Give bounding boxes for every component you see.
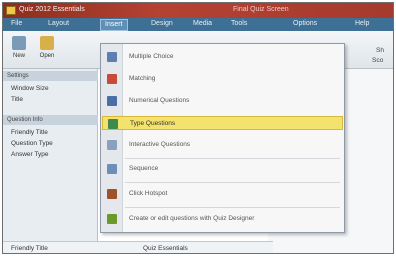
menu-separator xyxy=(125,207,340,208)
open-button[interactable]: Open xyxy=(35,36,59,59)
properties-panel: Settings Window Size Title Question Info… xyxy=(3,69,98,253)
new-file-icon xyxy=(12,36,26,50)
menu-item-label: Numerical Questions xyxy=(129,97,190,104)
menu-design[interactable]: Design xyxy=(151,20,173,27)
sequence-icon xyxy=(107,164,117,174)
menu-options[interactable]: Options xyxy=(293,20,317,27)
right-label-1: Sh xyxy=(376,47,384,54)
window-title: Quiz 2012 Essentials xyxy=(19,6,85,13)
app-icon xyxy=(6,6,16,15)
bottom-prop-label: Friendly Title xyxy=(11,245,48,252)
prop-window-size[interactable]: Window Size xyxy=(11,85,49,92)
menu-insert[interactable]: Insert xyxy=(100,19,128,31)
type-questions-icon xyxy=(108,119,118,129)
menu-item-label: Sequence xyxy=(129,165,159,172)
menu-file[interactable]: File xyxy=(11,20,22,27)
menu-item-label: Interactive Questions xyxy=(129,141,191,148)
menu-layout[interactable]: Layout xyxy=(48,20,69,27)
bottom-prop-value: Quiz Essentials xyxy=(143,245,188,252)
menu-item-label: Type Questions xyxy=(130,120,176,127)
menu-item-numerical[interactable]: Numerical Questions xyxy=(102,94,343,108)
prop-question-type[interactable]: Question Type xyxy=(11,140,53,147)
menu-tools[interactable]: Tools xyxy=(231,20,247,27)
interactive-icon xyxy=(107,140,117,150)
menu-separator xyxy=(125,182,340,183)
menu-item-label: Click Hotspot xyxy=(129,190,168,197)
prop-title[interactable]: Title xyxy=(11,96,23,103)
new-button[interactable]: New xyxy=(7,36,31,59)
menu-item-click-hotspot[interactable]: Click Hotspot xyxy=(102,187,343,201)
multiple-choice-icon xyxy=(107,52,117,62)
designer-icon xyxy=(107,214,117,224)
menu-separator xyxy=(125,158,340,159)
menu-media[interactable]: Media xyxy=(193,20,212,27)
numerical-icon xyxy=(107,96,117,106)
menu-item-quiz-designer[interactable]: Create or edit questions with Quiz Desig… xyxy=(102,212,343,226)
menu-item-multiple-choice[interactable]: Multiple Choice xyxy=(102,50,343,64)
matching-icon xyxy=(107,74,117,84)
prop-answer-type[interactable]: Answer Type xyxy=(11,151,48,158)
app-window: Quiz 2012 Essentials Final Quiz Screen F… xyxy=(2,2,394,254)
hotspot-icon xyxy=(107,189,117,199)
menu-item-label: Multiple Choice xyxy=(129,53,174,60)
property-row[interactable]: Friendly Title Quiz Essentials xyxy=(3,241,273,253)
new-button-label: New xyxy=(12,53,25,59)
menu-item-label: Create or edit questions with Quiz Desig… xyxy=(129,215,255,222)
section-header-question-info: Question Info xyxy=(3,115,98,125)
menu-bar: File Layout Insert Design Media Tools Op… xyxy=(3,18,393,31)
section-header-settings: Settings xyxy=(3,71,98,81)
menu-item-matching[interactable]: Matching xyxy=(102,72,343,86)
menu-item-label: Matching xyxy=(129,75,156,82)
menu-item-interactive[interactable]: Interactive Questions xyxy=(102,138,343,152)
insert-dropdown-menu: Multiple Choice Matching Numerical Quest… xyxy=(100,43,345,233)
title-bar: Quiz 2012 Essentials Final Quiz Screen xyxy=(3,3,393,18)
menu-help[interactable]: Help xyxy=(355,20,369,27)
menu-item-sequence[interactable]: Sequence xyxy=(102,162,343,176)
open-folder-icon xyxy=(40,36,54,50)
menu-item-type-questions[interactable]: Type Questions xyxy=(102,116,343,130)
right-label-2: Sco xyxy=(372,57,384,64)
open-button-label: Open xyxy=(39,53,55,59)
window-subtitle: Final Quiz Screen xyxy=(233,6,289,13)
prop-friendly-title[interactable]: Friendly Title xyxy=(11,129,48,136)
